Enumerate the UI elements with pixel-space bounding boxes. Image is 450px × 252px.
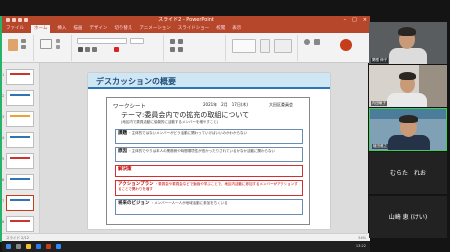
action-plan-box: アクションプラン ・委員会や委員会などで勉強や学ぶことで、地区内活動に参加するメ… (115, 180, 303, 196)
box-text: ・主体的ではないメンバーがどう活動に関わっていけばいいのかわからない (128, 131, 247, 135)
active-speaker-video-tile[interactable]: 植田雅之 (369, 108, 447, 151)
powerpoint-titlebar: スライド2 - PowerPoint – □ × (2, 16, 370, 25)
new-slide-icon[interactable] (40, 39, 52, 49)
minimize-icon: – (343, 17, 347, 23)
replace-icon[interactable] (314, 39, 320, 45)
participant-display-name: むらた れお (389, 170, 426, 177)
current-slide[interactable]: デスカッションの概要 ワークシート 2021年 2月 17日(木) 大田区委員会… (88, 73, 330, 229)
slide-thumbnail-selected[interactable] (6, 195, 34, 211)
arrange-icon[interactable] (260, 39, 270, 53)
participant-name: 植田雅之 (372, 144, 388, 149)
slide-thumbnail[interactable] (6, 69, 34, 85)
close-icon: × (362, 17, 367, 23)
reset-icon[interactable] (56, 45, 60, 49)
slide-thumbnails-pane: 1 2 3 4 5 6 7 8 (2, 63, 40, 241)
slide-counter: スライド 2/12 (6, 236, 29, 240)
tab-home[interactable]: ホーム (31, 25, 51, 33)
font-name-select[interactable] (77, 38, 127, 44)
slide-thumbnail[interactable] (6, 174, 34, 190)
slide-thumbnail[interactable] (6, 216, 34, 232)
bold-icon[interactable] (78, 47, 83, 52)
bullets-icon[interactable] (170, 39, 175, 44)
drawing-group (228, 35, 298, 61)
paragraph-group (166, 35, 226, 61)
file-explorer-icon[interactable] (26, 244, 31, 249)
worksheet-label: ワークシート (113, 104, 147, 110)
editing-group (300, 35, 364, 61)
participant-name-tile[interactable]: 山崎 恵 (けい) (369, 196, 447, 238)
font-size-select[interactable] (130, 38, 144, 44)
vision-box: 将来のビジョン ・メンバー一人一人が地域活動に参加をちくいる (115, 199, 303, 215)
layout-icon[interactable] (56, 39, 60, 43)
taskbar-clock: 13:22 (355, 244, 366, 248)
box-title: 将来のビジョン (118, 201, 150, 206)
participant-video-tile[interactable]: 内田敏子 (369, 65, 447, 107)
font-group (74, 35, 164, 61)
shared-screen: スライド2 - PowerPoint – □ × ファイル ホーム 挿入 描画 デザ… (0, 16, 370, 252)
issue-box: 課題 ・主体的ではないメンバーがどう活動に関わっていけばいいのかわからない (115, 129, 303, 144)
align-left-icon[interactable] (170, 47, 175, 52)
status-bar: スライド 2/12 54% (2, 233, 370, 241)
start-icon[interactable] (6, 244, 11, 249)
paste-icon[interactable] (8, 39, 18, 51)
zoom-app-icon[interactable] (56, 244, 61, 249)
box-title: 原因 (118, 149, 127, 154)
font-color-icon[interactable] (114, 47, 119, 52)
participant-name-tile[interactable]: むらた れお (369, 152, 447, 194)
tab-draw[interactable]: 描画 (73, 25, 82, 33)
box-text: ・主体的でやりは本人の業務側や時間環境性が低かったりされているかなか活動に関わら… (128, 149, 276, 153)
cut-icon[interactable] (21, 39, 26, 43)
worksheet-frame: ワークシート 2021年 2月 17日(木) 大田区委員会 テーマ:委員会内での… (106, 97, 310, 225)
worksheet-org: 大田区委員会 (269, 102, 293, 107)
search-icon[interactable] (304, 39, 310, 45)
window-title: スライド2 - PowerPoint (158, 17, 214, 23)
powerpoint-icon[interactable] (46, 244, 51, 249)
edge-icon[interactable] (36, 244, 41, 249)
underline-icon[interactable] (92, 47, 97, 52)
tab-transitions[interactable]: 切り替え (114, 25, 132, 33)
maximize-icon: □ (352, 17, 357, 23)
numbering-icon[interactable] (178, 39, 183, 44)
tab-file[interactable]: ファイル (6, 25, 24, 33)
italic-icon[interactable] (85, 47, 90, 52)
slides-group (36, 35, 72, 61)
ribbon-toolbar (2, 33, 370, 63)
tab-view[interactable]: 表示 (232, 25, 241, 33)
slide-editing-canvas: デスカッションの概要 ワークシート 2021年 2月 17日(木) 大田区委員会… (40, 63, 368, 233)
shapes-gallery[interactable] (232, 39, 256, 53)
tab-review[interactable]: 校閲 (216, 25, 225, 33)
clipboard-group (4, 35, 34, 61)
box-text: ・メンバー一人一人が地域活動に参加をちくいる (150, 201, 228, 205)
ribbon-tabs: ファイル ホーム 挿入 描画 デザイン 切り替え アニメーション スライドショー… (2, 25, 370, 33)
microphone-icon[interactable] (340, 39, 352, 51)
worksheet-subnote: (地区内で委員活動に協働的に活動するメンバーを増やすこと) (121, 120, 219, 124)
copy-icon[interactable] (21, 45, 26, 49)
box-title: 解決策 (118, 167, 132, 172)
cause-box: 原因 ・主体的でやりは本人の業務側や時間環境性が低かったりされているかなか活動に… (115, 147, 303, 162)
search-icon[interactable] (16, 244, 21, 249)
slide-thumbnail[interactable] (6, 153, 34, 169)
tab-insert[interactable]: 挿入 (57, 25, 66, 33)
slide-thumbnail[interactable] (6, 132, 34, 148)
tab-animations[interactable]: アニメーション (139, 25, 170, 33)
participant-name: 内田敏子 (371, 101, 387, 106)
solution-box: 解決策 (115, 165, 303, 177)
tab-slideshow[interactable]: スライドショー (178, 25, 210, 33)
participant-video-tile[interactable]: 関根 伸子 (369, 22, 447, 64)
align-center-icon[interactable] (178, 47, 183, 52)
box-title: 課題 (118, 131, 127, 136)
worksheet-theme: テーマ:委員会内での拡充の取組について (121, 111, 250, 119)
participant-name: 関根 伸子 (371, 58, 389, 63)
quick-styles-icon[interactable] (274, 39, 292, 53)
worksheet-date: 2021年 2月 17日(木) (203, 102, 248, 107)
window-controls[interactable]: – □ × (344, 16, 367, 25)
slide-thumbnail[interactable] (6, 90, 34, 106)
slide-thumbnail[interactable] (6, 111, 34, 127)
slide-title: デスカッションの概要 (96, 77, 176, 86)
participant-display-name: 山崎 恵 (けい) (388, 214, 428, 221)
tab-design[interactable]: デザイン (89, 25, 107, 33)
windows-taskbar: 13:22 (2, 241, 370, 252)
slide-header-band: デスカッションの概要 (88, 73, 330, 89)
